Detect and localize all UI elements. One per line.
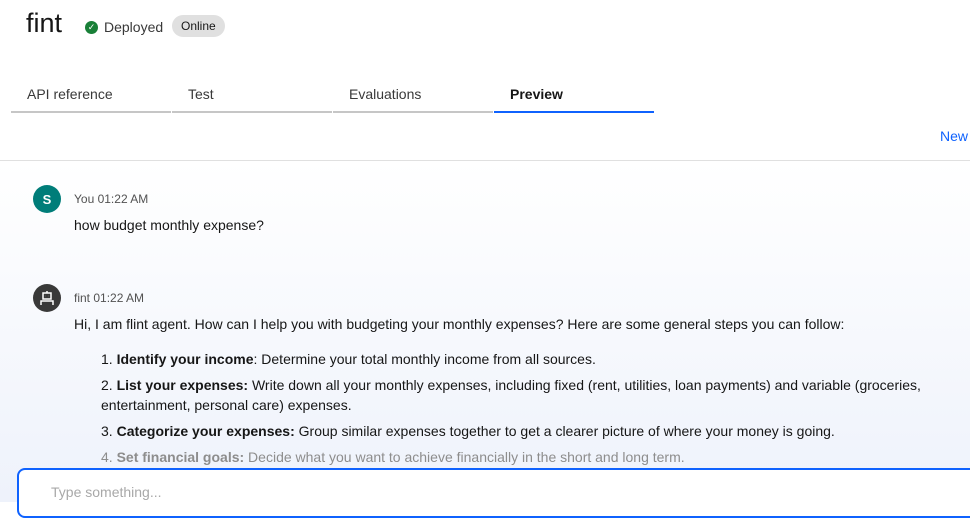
list-item: 2. List your expenses: Write down all yo… — [101, 377, 921, 413]
list-item: 4. Set financial goals: Decide what you … — [101, 449, 685, 465]
tab-api-reference[interactable]: API reference — [11, 80, 171, 113]
message-text: Hi, I am flint agent. How can I help you… — [74, 316, 845, 332]
chat-area: S You 01:22 AM how budget monthly expens… — [0, 161, 970, 502]
tab-bar: API reference Test Evaluations Preview — [11, 80, 655, 113]
list-item: 1. Identify your income: Determine your … — [101, 351, 596, 367]
list-item: 3. Categorize your expenses: Group simil… — [101, 423, 835, 439]
checkmark-circle-icon: ✓ — [85, 20, 98, 34]
message-input[interactable] — [51, 484, 851, 500]
message-meta: fint 01:22 AM — [74, 291, 145, 305]
message-input-box[interactable] — [17, 468, 970, 518]
deployment-status: ✓ Deployed — [85, 19, 163, 35]
user-avatar: S — [33, 185, 61, 213]
robot-icon — [40, 291, 54, 305]
new-chat-button[interactable]: New — [940, 128, 968, 144]
tab-evaluations[interactable]: Evaluations — [333, 80, 493, 113]
message-meta: You 01:22 AM — [74, 192, 149, 206]
tab-test[interactable]: Test — [172, 80, 332, 113]
steps-list: 1. Identify your income: Determine your … — [101, 349, 961, 473]
message-text: how budget monthly expense? — [74, 217, 264, 233]
tab-preview[interactable]: Preview — [494, 80, 654, 113]
bot-avatar — [33, 284, 61, 312]
app-title: fint — [26, 8, 63, 38]
status-label: Deployed — [104, 19, 164, 35]
online-badge: Online — [172, 15, 225, 37]
